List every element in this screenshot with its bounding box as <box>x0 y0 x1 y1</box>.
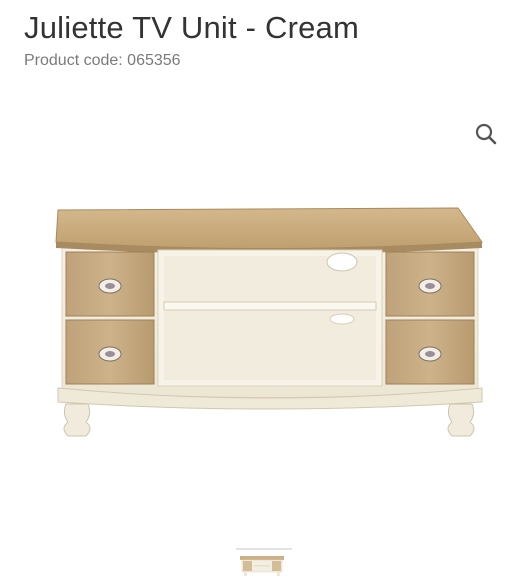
search-icon <box>475 123 497 145</box>
product-thumbnail[interactable] <box>236 548 292 580</box>
tv-unit-thumbnail-image <box>240 556 284 576</box>
product-main-image[interactable] <box>40 190 500 460</box>
zoom-button[interactable] <box>472 120 500 148</box>
product-code: Product code: 065356 <box>24 52 181 69</box>
tv-unit-illustration <box>55 207 483 437</box>
product-title: Juliette TV Unit - Cream <box>24 10 359 45</box>
